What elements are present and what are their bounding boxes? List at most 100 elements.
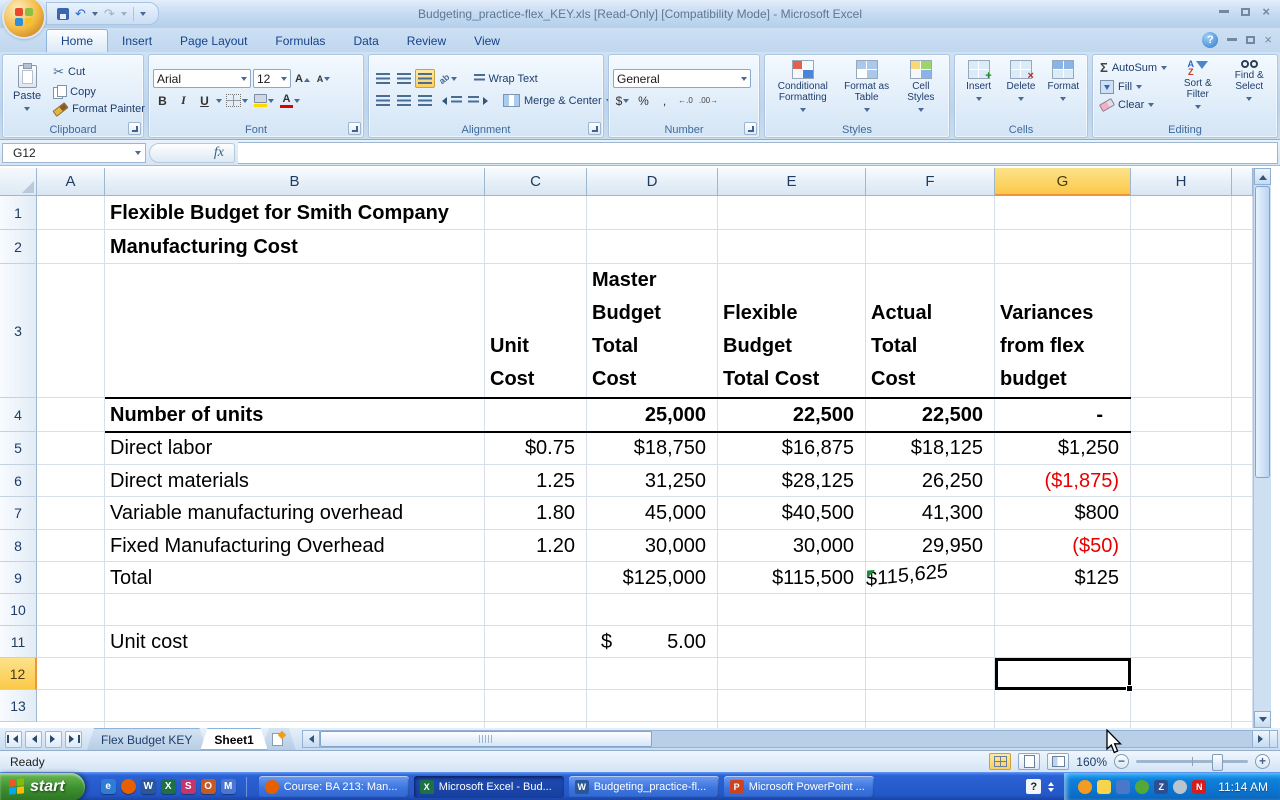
- quick-launch-firefox-icon[interactable]: [120, 779, 136, 794]
- cell-B4[interactable]: Number of units: [105, 398, 485, 432]
- cell-G4[interactable]: -: [995, 398, 1131, 432]
- cell-B9[interactable]: Total: [105, 562, 485, 594]
- cell-E4[interactable]: 22,500: [718, 398, 866, 432]
- top-align-button[interactable]: [373, 69, 392, 88]
- cell-B5[interactable]: Direct labor: [105, 432, 485, 465]
- fill-color-button[interactable]: [252, 91, 276, 110]
- row-header-2[interactable]: 2: [0, 230, 37, 264]
- ribbon-tab-formulas[interactable]: Formulas: [261, 30, 339, 52]
- insert-cells-button[interactable]: + Insert: [959, 57, 998, 105]
- italic-button[interactable]: I: [174, 91, 193, 110]
- row-header-12[interactable]: 12: [0, 658, 37, 690]
- percent-style-button[interactable]: %: [634, 91, 653, 110]
- cell-D5[interactable]: $18,750: [587, 432, 718, 465]
- normal-view-button[interactable]: [989, 753, 1012, 770]
- cell-D11[interactable]: $5.00: [587, 626, 718, 658]
- cell-D7[interactable]: 45,000: [587, 497, 718, 530]
- cell-styles-button[interactable]: Cell Styles: [897, 57, 945, 116]
- name-box[interactable]: G12: [2, 142, 146, 163]
- horizontal-scrollbar-track[interactable]: [652, 731, 1252, 747]
- fill-handle[interactable]: [1126, 685, 1133, 692]
- column-header-F[interactable]: F: [866, 168, 995, 196]
- taskbar-button-word[interactable]: W Budgeting_practice-fl...: [568, 775, 719, 798]
- row-header-1[interactable]: 1: [0, 196, 37, 230]
- row-header-13[interactable]: 13: [0, 690, 37, 722]
- column-header-D[interactable]: D: [587, 168, 718, 196]
- underline-button[interactable]: U: [195, 91, 214, 110]
- formula-input[interactable]: [238, 141, 1278, 164]
- cell-C7[interactable]: 1.80: [485, 497, 587, 530]
- clipboard-dialog-launcher[interactable]: [128, 122, 141, 135]
- cell-C3[interactable]: Unit Cost: [485, 264, 587, 398]
- fill-button[interactable]: Fill: [1097, 79, 1170, 95]
- workbook-minimize-button[interactable]: [1227, 38, 1238, 41]
- column-header-A[interactable]: A: [37, 168, 105, 196]
- align-left-button[interactable]: [373, 91, 392, 110]
- cell-F3[interactable]: Actual Total Cost: [866, 264, 995, 398]
- norton-icon[interactable]: N: [1192, 779, 1207, 794]
- restore-button[interactable]: [1241, 8, 1251, 16]
- horizontal-scrollbar-thumb[interactable]: [319, 731, 652, 747]
- cell-E6[interactable]: $28,125: [718, 465, 866, 497]
- accounting-format-button[interactable]: $: [613, 91, 632, 110]
- vertical-scrollbar[interactable]: [1253, 168, 1271, 728]
- first-sheet-button[interactable]: [5, 730, 22, 748]
- decrease-indent-button[interactable]: [436, 91, 464, 110]
- volume-icon[interactable]: [1173, 779, 1188, 794]
- ribbon-tab-home[interactable]: Home: [46, 29, 109, 52]
- comma-style-button[interactable]: ,: [655, 91, 674, 110]
- sheet-tab-sheet1[interactable]: Sheet1: [200, 728, 267, 750]
- start-button[interactable]: start: [0, 772, 85, 800]
- bottom-align-button[interactable]: [415, 69, 435, 88]
- scroll-left-button[interactable]: [302, 731, 320, 747]
- cell-G6[interactable]: ($1,875): [995, 465, 1131, 497]
- alignment-dialog-launcher[interactable]: [588, 122, 601, 135]
- zoom-slider-thumb[interactable]: [1212, 754, 1224, 771]
- cell-D4[interactable]: 25,000: [587, 398, 718, 432]
- help-button[interactable]: ?: [1202, 32, 1219, 48]
- page-layout-view-button[interactable]: [1018, 753, 1041, 770]
- cell-D9[interactable]: $125,000: [587, 562, 718, 594]
- ribbon-tab-view[interactable]: View: [460, 30, 514, 52]
- ribbon-tab-page-layout[interactable]: Page Layout: [166, 30, 261, 52]
- middle-align-button[interactable]: [394, 69, 413, 88]
- taskbar-button-firefox[interactable]: Course: BA 213: Man...: [258, 775, 409, 798]
- previous-sheet-button[interactable]: [25, 730, 42, 748]
- green-app-icon[interactable]: [1135, 779, 1150, 794]
- zotero-icon[interactable]: Z: [1154, 779, 1169, 794]
- quick-launch-outlook-icon[interactable]: O: [200, 779, 216, 794]
- cell-D6[interactable]: 31,250: [587, 465, 718, 497]
- insert-function-button[interactable]: fx: [149, 142, 235, 163]
- align-right-button[interactable]: [415, 91, 434, 110]
- ribbon-tab-insert[interactable]: Insert: [108, 30, 166, 52]
- bold-button[interactable]: B: [153, 91, 172, 110]
- shield-icon[interactable]: [1097, 779, 1112, 794]
- horizontal-scrollbar[interactable]: [301, 730, 1278, 748]
- update-icon[interactable]: [1078, 779, 1093, 794]
- quick-launch-word-icon[interactable]: W: [140, 779, 156, 794]
- wrap-text-button[interactable]: Wrap Text: [471, 72, 541, 86]
- next-sheet-button[interactable]: [45, 730, 62, 748]
- minimize-button[interactable]: [1219, 10, 1230, 13]
- column-header-G[interactable]: G: [995, 168, 1131, 196]
- format-as-table-button[interactable]: Format as Table: [840, 57, 894, 116]
- increase-decimal-button[interactable]: ←.0: [676, 91, 695, 110]
- sort-filter-button[interactable]: AZ Sort & Filter: [1173, 57, 1222, 113]
- cell-B2[interactable]: Manufacturing Cost: [105, 230, 485, 264]
- zoom-level[interactable]: 160%: [1076, 755, 1107, 769]
- redo-dropdown-icon[interactable]: [120, 11, 127, 19]
- cell-B7[interactable]: Variable manufacturing overhead: [105, 497, 485, 530]
- undo-dropdown-icon[interactable]: [91, 11, 98, 19]
- row-header-5[interactable]: 5: [0, 432, 37, 465]
- cell-D3[interactable]: Master Budget Total Cost: [587, 264, 718, 398]
- selected-cell-G12[interactable]: [995, 658, 1133, 692]
- column-header-E[interactable]: E: [718, 168, 866, 196]
- insert-worksheet-button[interactable]: [262, 728, 296, 750]
- borders-button[interactable]: [224, 91, 250, 110]
- cell-G9[interactable]: $125: [995, 562, 1131, 594]
- close-button[interactable]: ×: [1262, 5, 1270, 18]
- cut-button[interactable]: Cut: [50, 63, 148, 81]
- number-format-select[interactable]: General: [613, 69, 751, 88]
- shrink-font-button[interactable]: A: [314, 69, 333, 88]
- merge-center-button[interactable]: Merge & Center: [500, 93, 615, 108]
